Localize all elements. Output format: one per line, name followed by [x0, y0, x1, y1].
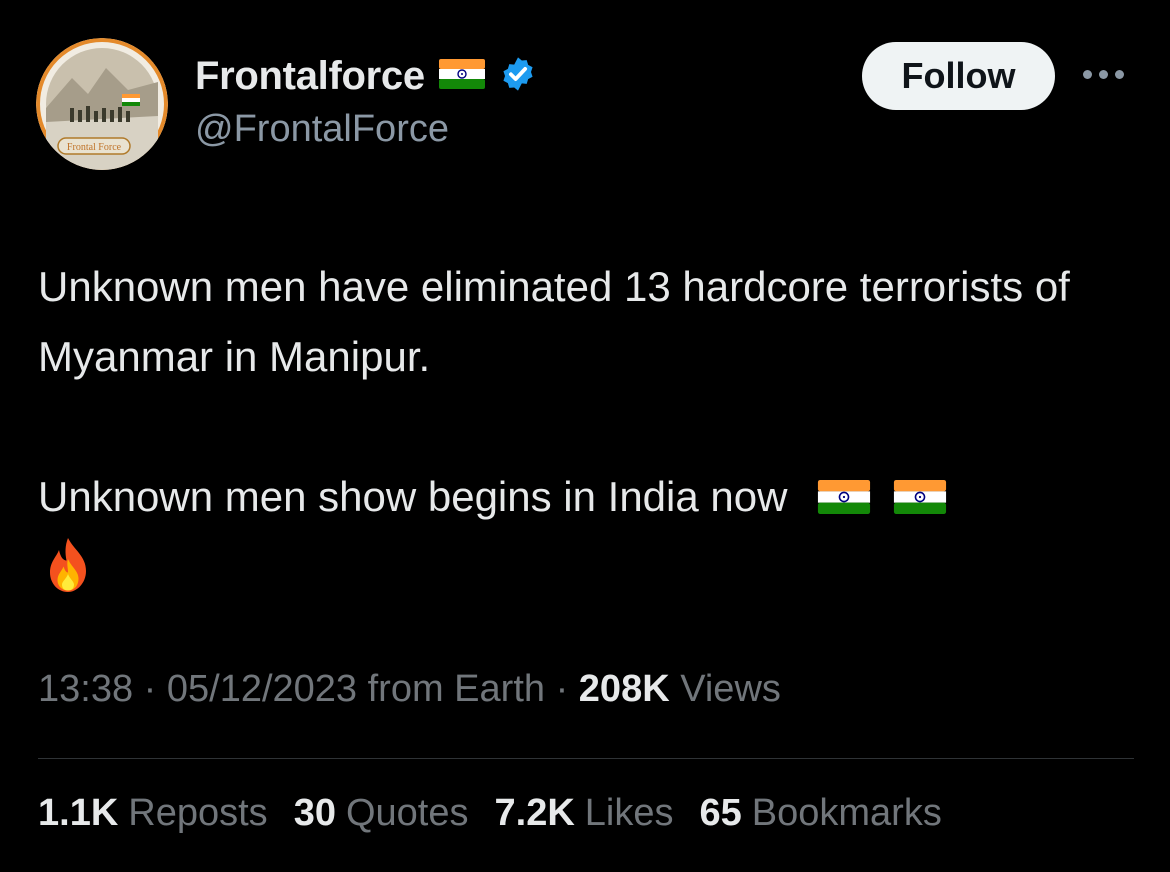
tweet-meta: 13:38 · 05/12/2023 from Earth · 208K Vie…	[38, 668, 781, 711]
likes-count: 7.2K	[494, 792, 575, 834]
avatar[interactable]: Frontal Force	[36, 38, 168, 170]
reposts-stat[interactable]: 1.1K Reposts	[38, 792, 268, 835]
likes-stat[interactable]: 7.2K Likes	[495, 792, 674, 835]
views-count: 208K	[578, 668, 670, 710]
author-display-name[interactable]: Frontalforce	[195, 54, 425, 99]
india-flag-icon	[438, 58, 485, 94]
tweet-date[interactable]: 05/12/2023	[167, 668, 357, 710]
tweet-stats: 1.1K Reposts 30 Quotes 7.2K Likes 65 Bookmar…	[38, 792, 942, 835]
reposts-label: Reposts	[128, 792, 268, 834]
india-flag-icon	[817, 465, 871, 535]
quotes-label: Quotes	[345, 792, 469, 834]
tweet-paragraph-1: Unknown men have eliminated 13 hardcore …	[38, 263, 1070, 380]
bookmarks-count: 65	[699, 792, 742, 834]
views-label: Views	[680, 668, 781, 710]
divider	[38, 758, 1134, 759]
quotes-stat[interactable]: 30 Quotes	[294, 792, 469, 835]
likes-label: Likes	[584, 792, 674, 834]
tweet-paragraph-2-text: Unknown men show begins in India now	[38, 473, 788, 520]
verified-badge-icon[interactable]	[499, 55, 537, 98]
meta-separator: ·	[555, 668, 579, 710]
bookmarks-label: Bookmarks	[751, 792, 942, 834]
author-name-row: Frontalforce	[195, 50, 537, 102]
avatar-badge-text: Frontal Force	[67, 142, 122, 153]
tweet-source: from Earth	[367, 668, 546, 710]
tweet-time[interactable]: 13:38	[38, 668, 133, 710]
india-flag-icon	[893, 465, 947, 535]
author-handle[interactable]: @FrontalForce	[195, 108, 449, 151]
fire-icon	[38, 535, 98, 616]
tweet-text: Unknown men have eliminated 13 hardcore …	[38, 252, 1128, 616]
follow-button[interactable]: Follow	[862, 42, 1055, 110]
bookmarks-stat[interactable]: 65 Bookmarks	[700, 792, 942, 835]
reposts-count: 1.1K	[38, 792, 119, 834]
quotes-count: 30	[293, 792, 336, 834]
more-options-icon[interactable]	[1083, 66, 1129, 82]
meta-separator: ·	[143, 668, 167, 710]
tweet-paragraph-2: Unknown men show begins in India now	[38, 462, 1128, 616]
